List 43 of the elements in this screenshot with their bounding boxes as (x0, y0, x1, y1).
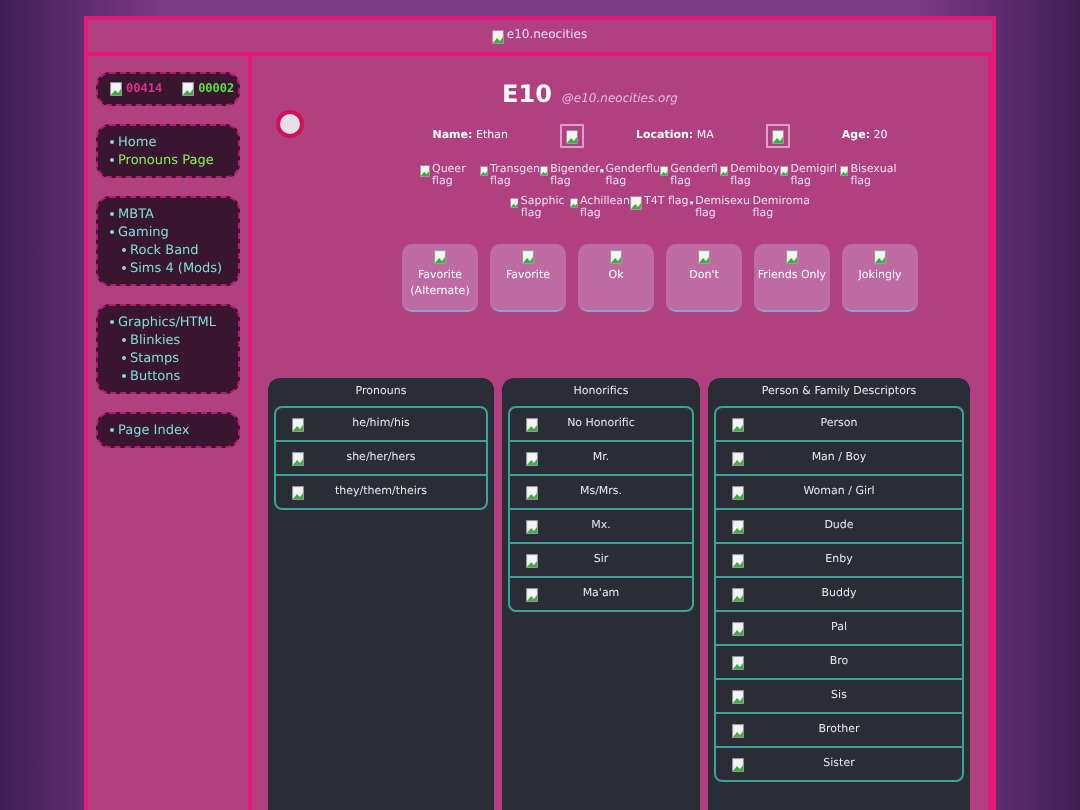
broken-image-icon (492, 29, 505, 43)
broken-image-icon (732, 485, 744, 500)
broken-image-icon (874, 250, 886, 265)
broken-image-icon (732, 757, 744, 772)
broken-image-icon (732, 689, 744, 704)
broken-image-icon (292, 485, 304, 500)
round-image-icon (276, 110, 304, 138)
broken-image-icon (732, 553, 744, 568)
broken-image-icon (771, 129, 784, 143)
broken-image-icon (522, 250, 534, 265)
broken-image-icon (292, 451, 304, 466)
broken-image-icon (526, 519, 538, 534)
broken-image-icon (840, 164, 849, 178)
broken-image-icon (565, 129, 578, 143)
broken-image-icon (292, 417, 304, 432)
broken-image-icon (732, 587, 744, 602)
broken-image-icon (434, 250, 446, 265)
broken-image-icon (526, 451, 538, 466)
broken-image-icon (526, 485, 538, 500)
broken-image-icon (630, 196, 642, 211)
broken-image-icon (660, 164, 669, 178)
broken-image-icon (526, 587, 538, 602)
broken-image-icon (732, 519, 744, 534)
broken-image-icon (732, 723, 744, 738)
broken-image-icon (720, 164, 729, 178)
broken-image-icon (732, 451, 744, 466)
broken-image-icon (110, 82, 122, 96)
broken-image-icon (526, 417, 538, 432)
broken-image-icon (182, 82, 195, 96)
broken-image-icon (526, 553, 538, 568)
broken-image-icon (570, 196, 578, 211)
broken-image-icon (780, 164, 789, 178)
page-title: E10 (502, 80, 552, 108)
broken-image-icon (732, 417, 744, 432)
broken-image-icon (732, 621, 744, 636)
broken-image-icon (420, 164, 430, 178)
broken-image-icon (510, 196, 519, 211)
broken-image-icon (786, 250, 798, 265)
broken-image-icon (732, 655, 744, 670)
broken-image-icon (480, 164, 489, 178)
broken-image-icon (698, 250, 710, 265)
broken-image-icon (610, 250, 622, 265)
broken-image-icon (540, 164, 549, 178)
